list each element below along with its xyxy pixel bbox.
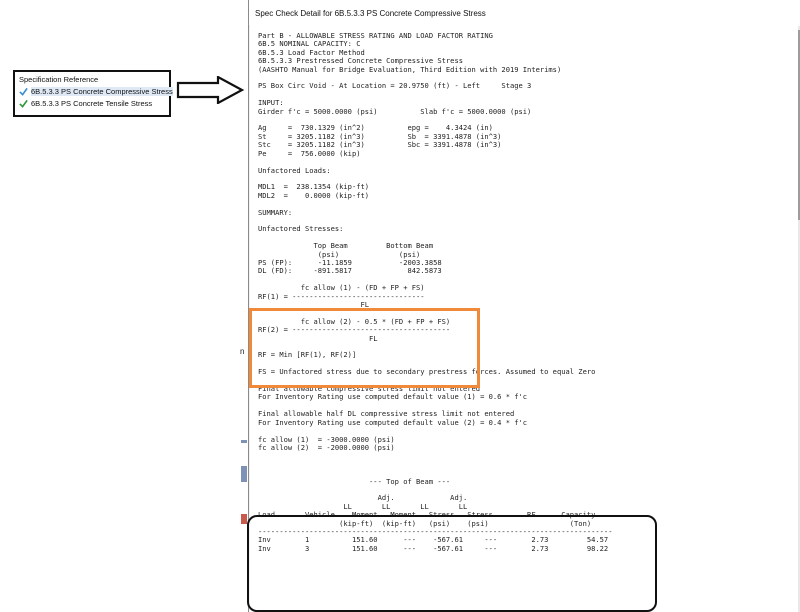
report-line: For Inventory Rating use computed defaul… [258,417,528,427]
specification-reference-panel: Specification Reference 6B.5.3.3 PS Conc… [13,70,173,117]
report-line [258,461,612,469]
report-line: Unfactored Loads: [258,165,331,175]
window-title: Spec Check Detail for 6B.5.3.3 PS Concre… [255,9,486,18]
report-line [258,452,612,460]
spec-panel-title: Specification Reference [19,75,99,84]
report-line: Unfactored Stresses: [258,224,344,234]
background-partial-text: n [240,347,245,356]
window-titlebar[interactable]: Spec Check Detail for 6B.5.3.3 PS Concre… [249,0,800,27]
report-line: MDL2 = 0.0000 (kip-ft) [258,190,370,200]
report-line: DL (FD): -891.5817 842.5873 [258,266,442,276]
background-mark [241,514,247,524]
report-line [258,91,612,99]
report-line: fc allow (2) = -2000.0000 (psi) [258,442,395,452]
right-arrow-annotation-icon [176,76,245,104]
top-of-beam-table-highlight [247,515,657,612]
report-text: Part B - ALLOWABLE STRESS RATING AND LOA… [258,31,612,553]
spec-item-label: 6B.5.3.3 PS Concrete Compressive Stress [31,87,173,96]
report-line: For Inventory Rating use computed defaul… [258,392,528,402]
background-mark [241,466,247,482]
spec-item-compressive-stress[interactable]: 6B.5.3.3 PS Concrete Compressive Stress [19,87,173,96]
check-icon [19,99,28,108]
report-line: Girder f'c = 5000.0000 (psi) Slab f'c = … [258,106,532,116]
report-line: (AASHTO Manual for Bridge Evaluation, Th… [258,64,562,74]
spec-item-label: 6B.5.3.3 PS Concrete Tensile Stress [31,99,153,108]
report-line: SUMMARY: [258,207,293,217]
check-icon [19,87,28,96]
report-line: --- Top of Beam --- [258,476,451,486]
report-line [258,200,612,208]
report-line: Pe = 756.0000 (kip) [258,148,361,158]
spec-item-tensile-stress[interactable]: 6B.5.3.3 PS Concrete Tensile Stress [19,99,152,108]
report-line: PS Box Circ Void - At Location = 20.9750… [258,81,532,91]
rating-factor-formula-highlight [249,308,480,388]
background-mark [241,440,247,443]
